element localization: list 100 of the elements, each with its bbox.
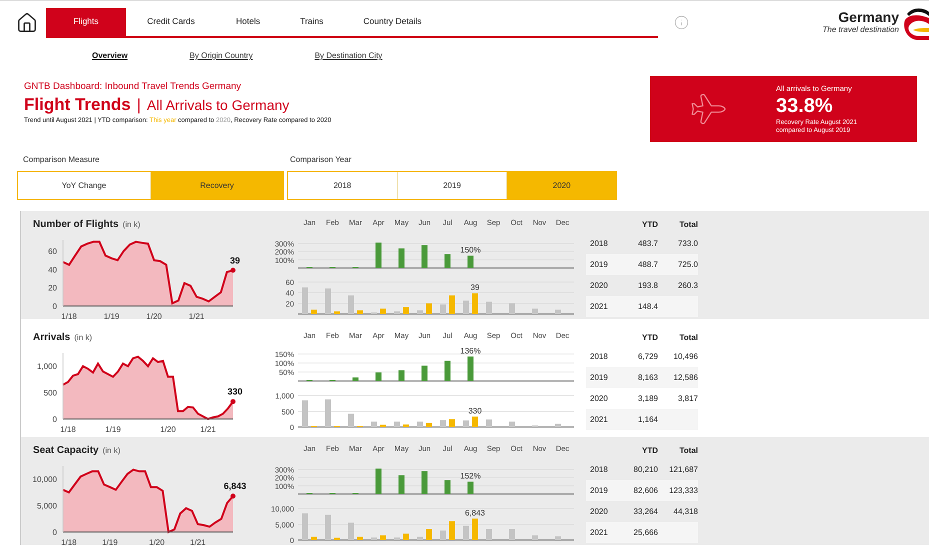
value-label: 39 xyxy=(230,255,240,266)
logo-tagline: The travel destination xyxy=(822,24,899,36)
bar xyxy=(334,538,340,540)
dashboard-kicker: GNTB Dashboard: Inbound Travel Trends Germany xyxy=(24,80,242,94)
control-label: Comparison Measure xyxy=(22,154,100,166)
bar xyxy=(422,245,428,268)
toggle-option[interactable]: 2020 xyxy=(506,172,616,199)
logo-title: Germany xyxy=(838,10,899,24)
axis-label: 1/19 xyxy=(105,425,121,434)
end-point xyxy=(230,494,236,499)
total-cell-text: 733.0 xyxy=(676,238,698,250)
sub-tab[interactable]: By Destination City xyxy=(314,50,382,62)
value-label: 6,843 xyxy=(464,508,486,518)
bar xyxy=(486,419,492,427)
bar xyxy=(463,420,469,427)
bar xyxy=(555,536,561,540)
section-title: Number of Flights xyxy=(33,218,119,232)
axis-label: 0 xyxy=(52,528,57,537)
axis-label: 20 xyxy=(48,284,57,293)
ytd-cell-text: 1,164 xyxy=(636,414,658,426)
page-title: Flight Trends xyxy=(24,94,131,116)
bar xyxy=(532,535,538,540)
total-cell-text: 44,318 xyxy=(672,506,698,518)
year-cell-text: 2019 xyxy=(589,484,609,496)
bar xyxy=(348,522,354,540)
total-cell-text: 725.0 xyxy=(676,258,698,270)
ytd-cell-text: 82,606 xyxy=(632,484,658,496)
axis-label: 5,000 xyxy=(36,502,57,511)
total-cell-text: 12,586 xyxy=(672,372,698,384)
bar xyxy=(468,482,474,494)
total-cell-text: 260.3 xyxy=(676,280,698,292)
column-header: YTD xyxy=(641,219,658,231)
sub-tab[interactable]: By Origin Country xyxy=(190,50,253,62)
end-point xyxy=(230,268,236,273)
axis-label: 1/21 xyxy=(200,425,216,434)
bar xyxy=(394,422,400,427)
home-icon[interactable] xyxy=(16,12,38,34)
value-label: 330 xyxy=(227,386,243,397)
bar xyxy=(325,288,331,314)
bar xyxy=(440,530,446,540)
bar xyxy=(357,310,363,314)
year-cell-text: 2018 xyxy=(589,350,609,362)
total-cell-text: 3,817 xyxy=(676,392,698,404)
ytd-cell-text: 483.7 xyxy=(636,238,658,250)
axis-label: 60 xyxy=(48,247,57,256)
nav-tab[interactable]: Credit Cards xyxy=(126,8,216,36)
bar xyxy=(348,414,354,427)
column-header: Total xyxy=(678,445,698,457)
ytd-cell-text: 33,264 xyxy=(632,506,658,518)
bar xyxy=(486,529,492,540)
column-header: Total xyxy=(678,219,698,231)
bar xyxy=(426,422,432,427)
bar xyxy=(463,526,469,540)
bar xyxy=(472,293,478,314)
bar xyxy=(302,400,308,427)
year-cell-text: 2018 xyxy=(589,238,609,250)
total-cell-text: 10,496 xyxy=(672,350,698,362)
control-label: Comparison Year xyxy=(289,154,352,166)
axis-label: 0 xyxy=(52,415,57,424)
bar xyxy=(398,370,404,381)
bar xyxy=(302,513,308,540)
logo-drawing xyxy=(903,6,929,40)
value-label: 330 xyxy=(468,406,482,416)
nav-tab[interactable]: Country Details xyxy=(343,8,442,36)
sub-tab[interactable]: Overview xyxy=(92,50,128,62)
bar xyxy=(444,254,450,268)
bar xyxy=(302,287,308,314)
ytd-cell-text: 488.7 xyxy=(636,258,658,270)
nav-tab[interactable]: Trains xyxy=(280,8,344,36)
section-title: Arrivals xyxy=(33,331,70,345)
bar xyxy=(440,420,446,427)
bar xyxy=(440,304,446,314)
nav-tab[interactable]: Flights xyxy=(46,8,126,36)
ytd-cell-text: 3,189 xyxy=(636,392,658,404)
bar xyxy=(352,377,358,381)
bar xyxy=(468,356,474,381)
bar xyxy=(311,310,317,314)
bar xyxy=(403,307,409,314)
nav-tab[interactable]: Hotels xyxy=(216,8,280,36)
bar xyxy=(380,308,386,314)
bar xyxy=(449,295,455,314)
axis-label: 1/18 xyxy=(61,538,77,547)
year-cell-text: 2021 xyxy=(589,414,609,426)
unit-label: (in k) xyxy=(122,219,140,231)
year-cell-text: 2018 xyxy=(589,464,609,476)
axis-label: 1/20 xyxy=(160,425,176,434)
value-label: 6,843 xyxy=(224,481,246,492)
value-label: 39 xyxy=(470,283,480,292)
bar xyxy=(311,536,317,540)
kpi-value: 33.8% xyxy=(776,94,834,119)
bar xyxy=(555,424,561,427)
axis-label: 1/20 xyxy=(149,538,165,547)
ytd-cell-text: 8,163 xyxy=(636,372,658,384)
value-label: 150% xyxy=(460,246,481,255)
toggle-option[interactable]: Recovery xyxy=(150,172,283,199)
bar xyxy=(509,529,515,540)
bar xyxy=(417,310,423,314)
bar xyxy=(403,534,409,540)
bar xyxy=(486,302,492,314)
axis-label: 1/18 xyxy=(61,312,77,321)
